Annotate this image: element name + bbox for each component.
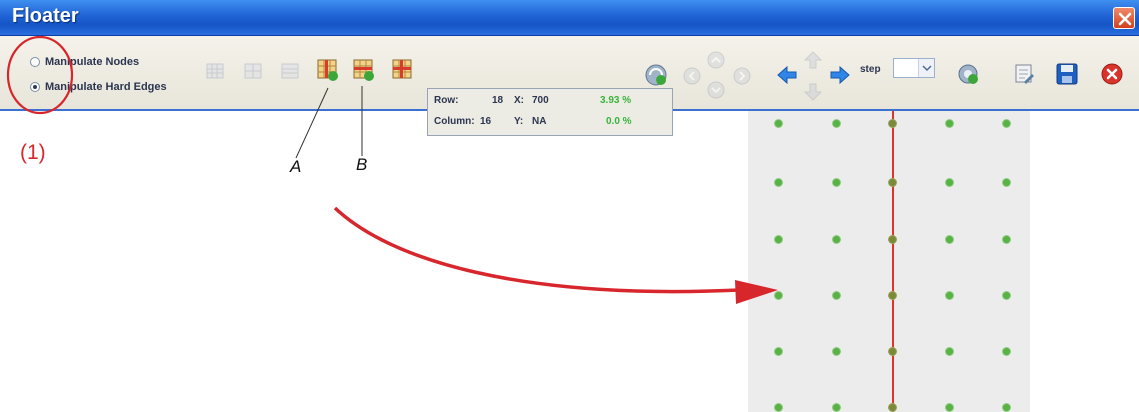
mesh-node[interactable] — [833, 179, 840, 186]
hard-edge-line[interactable] — [892, 111, 894, 412]
mesh-node[interactable] — [889, 404, 896, 411]
mesh-canvas[interactable] — [748, 111, 1030, 412]
mesh-node[interactable] — [1003, 236, 1010, 243]
toolbar: Manipulate Nodes Manipulate Hard Edges R… — [0, 36, 1139, 136]
close-button[interactable] — [1113, 7, 1135, 29]
settings-icon[interactable] — [956, 62, 980, 86]
mesh-node[interactable] — [833, 236, 840, 243]
percent-value-2: 0.0 % — [606, 116, 632, 127]
radio-button[interactable] — [30, 82, 40, 92]
mesh-node[interactable] — [1003, 404, 1010, 411]
grid-icon[interactable] — [280, 61, 300, 81]
mesh-node[interactable] — [889, 348, 896, 355]
mesh-node[interactable] — [946, 236, 953, 243]
close-icon — [1118, 12, 1132, 26]
mesh-node[interactable] — [946, 348, 953, 355]
step-select[interactable] — [893, 58, 935, 78]
column-label: Column: — [434, 116, 475, 127]
annotation-label-b: B — [356, 155, 368, 174]
nav-left-icon[interactable] — [682, 66, 702, 86]
clear-hard-edges-icon[interactable] — [391, 58, 415, 82]
mesh-node[interactable] — [889, 179, 896, 186]
radio-label: Manipulate Nodes — [45, 56, 140, 68]
nav-right-icon[interactable] — [732, 66, 752, 86]
grid-icon[interactable] — [243, 61, 263, 81]
radio-label: Manipulate Hard Edges — [45, 81, 167, 93]
mesh-node[interactable] — [889, 292, 896, 299]
mesh-node[interactable] — [775, 120, 782, 127]
nav-down-icon[interactable] — [706, 80, 726, 100]
annotation-label-a: A — [290, 157, 302, 176]
annotation-marker-1: (1) — [20, 141, 46, 164]
row-label: Row: — [434, 95, 459, 106]
window-title: Floater — [12, 5, 79, 27]
mesh-node[interactable] — [1003, 179, 1010, 186]
radio-manipulate-hard-edges[interactable]: Manipulate Hard Edges — [30, 81, 167, 93]
annotation-arrow — [333, 206, 741, 294]
add-hard-edge-icon[interactable] — [316, 58, 340, 82]
stop-icon[interactable] — [1100, 62, 1124, 86]
save-icon[interactable] — [1055, 62, 1079, 86]
radio-button[interactable] — [30, 57, 40, 67]
mesh-node[interactable] — [946, 404, 953, 411]
mesh-node[interactable] — [775, 348, 782, 355]
mesh-node[interactable] — [946, 179, 953, 186]
grid-icon[interactable] — [205, 61, 225, 81]
mesh-node[interactable] — [833, 404, 840, 411]
mesh-node[interactable] — [946, 292, 953, 299]
info-panel: Row: 18 X: 700 3.93 % Column: 16 Y: NA 0… — [427, 88, 673, 136]
mesh-node[interactable] — [1003, 292, 1010, 299]
mesh-node[interactable] — [889, 120, 896, 127]
mesh-node[interactable] — [946, 120, 953, 127]
y-value: NA — [532, 116, 547, 127]
arrow-right-icon[interactable] — [829, 64, 851, 86]
mesh-node[interactable] — [833, 348, 840, 355]
arrow-left-icon[interactable] — [776, 64, 798, 86]
mesh-node[interactable] — [775, 179, 782, 186]
mesh-node[interactable] — [775, 236, 782, 243]
mesh-node[interactable] — [889, 236, 896, 243]
mesh-node[interactable] — [775, 292, 782, 299]
step-label: step — [860, 64, 881, 75]
column-value: 16 — [480, 116, 492, 127]
remove-hard-edge-icon[interactable] — [352, 58, 376, 82]
mesh-node[interactable] — [833, 292, 840, 299]
chevron-down-icon — [922, 65, 932, 72]
radio-manipulate-nodes[interactable]: Manipulate Nodes — [30, 56, 139, 68]
arrow-down-icon[interactable] — [803, 82, 823, 102]
dropdown-arrow[interactable] — [918, 59, 934, 77]
edit-icon[interactable] — [1012, 62, 1036, 86]
y-label: Y: — [514, 116, 524, 127]
title-bar[interactable]: Floater — [0, 0, 1139, 36]
x-label: X: — [514, 95, 524, 106]
row-value: 18 — [492, 95, 504, 106]
mesh-node[interactable] — [775, 404, 782, 411]
arrow-up-icon[interactable] — [803, 50, 823, 70]
refresh-icon[interactable] — [644, 63, 668, 87]
x-value: 700 — [532, 95, 549, 106]
mesh-node[interactable] — [833, 120, 840, 127]
mesh-node[interactable] — [1003, 348, 1010, 355]
mesh-node[interactable] — [1003, 120, 1010, 127]
nav-up-icon[interactable] — [706, 50, 726, 70]
percent-value-1: 3.93 % — [600, 95, 632, 106]
